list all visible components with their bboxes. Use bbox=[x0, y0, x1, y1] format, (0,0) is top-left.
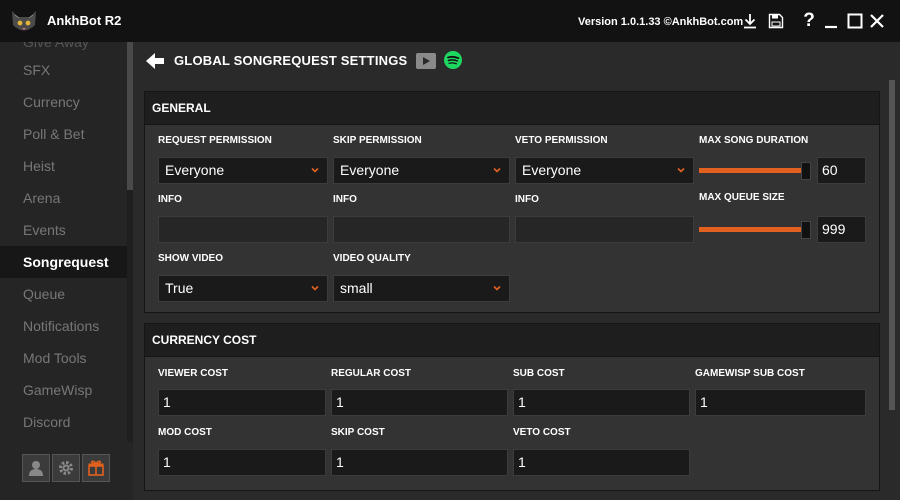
page-header: GLOBAL SONGREQUEST SETTINGS bbox=[133, 42, 900, 80]
spotify-icon[interactable] bbox=[444, 51, 462, 69]
video-quality-value: small bbox=[340, 280, 373, 296]
sub-cost-input[interactable]: 1 bbox=[513, 389, 690, 416]
max-song-duration-track bbox=[699, 168, 803, 173]
version-label: Version 1.0.1.33 ©AnkhBot.com bbox=[578, 16, 744, 28]
sidebar-item-events[interactable]: Events bbox=[0, 214, 127, 246]
veto-permission-label: VETO PERMISSION bbox=[515, 135, 608, 146]
max-queue-size-track bbox=[699, 227, 803, 232]
skip-permission-select[interactable]: Everyone bbox=[333, 157, 510, 184]
regular-cost-input[interactable]: 1 bbox=[331, 389, 508, 416]
gift-icon bbox=[88, 460, 104, 476]
show-video-select[interactable]: True bbox=[158, 275, 328, 302]
sidebar-footer bbox=[22, 454, 110, 484]
show-video-value: True bbox=[165, 280, 194, 296]
general-heading: GENERAL bbox=[145, 92, 879, 125]
main-scrollbar[interactable] bbox=[889, 80, 895, 410]
sidebar-item-queue[interactable]: Queue bbox=[0, 278, 127, 310]
info-label-2: INFO bbox=[333, 194, 357, 205]
download-icon[interactable] bbox=[741, 12, 759, 30]
info-field-2[interactable] bbox=[333, 216, 510, 243]
skip-cost-label: SKIP COST bbox=[331, 427, 385, 438]
mod-cost-input[interactable]: 1 bbox=[158, 449, 326, 476]
close-icon[interactable] bbox=[868, 12, 886, 30]
max-queue-size-thumb[interactable] bbox=[801, 221, 811, 239]
video-quality-label: VIDEO QUALITY bbox=[333, 253, 411, 264]
veto-cost-input[interactable]: 1 bbox=[513, 449, 690, 476]
chevron-down-icon bbox=[311, 167, 319, 173]
minimize-icon[interactable] bbox=[822, 12, 840, 30]
info-field-1[interactable] bbox=[158, 216, 328, 243]
back-arrow-icon[interactable] bbox=[145, 51, 165, 71]
currency-cost-panel: CURRENCY COST VIEWER COST REGULAR COST S… bbox=[144, 323, 880, 491]
sub-cost-label: SUB COST bbox=[513, 368, 565, 379]
viewer-cost-input[interactable]: 1 bbox=[158, 389, 326, 416]
gamewisp-sub-cost-input[interactable]: 1 bbox=[695, 389, 866, 416]
info-label-3: INFO bbox=[515, 194, 539, 205]
video-quality-select[interactable]: small bbox=[333, 275, 510, 302]
cat-logo-icon bbox=[12, 11, 36, 31]
chevron-down-icon bbox=[311, 285, 319, 291]
gift-button[interactable] bbox=[82, 454, 110, 482]
user-icon bbox=[29, 461, 43, 476]
max-queue-size-slider[interactable] bbox=[699, 220, 811, 240]
max-song-duration-slider[interactable] bbox=[699, 161, 811, 181]
skip-permission-value: Everyone bbox=[340, 162, 400, 178]
sidebar-item-sfx[interactable]: SFX bbox=[0, 54, 127, 86]
sidebar-list: Give Away SFX Currency Poll & Bet Heist … bbox=[0, 42, 127, 442]
sidebar-item-currency[interactable]: Currency bbox=[0, 86, 127, 118]
gear-icon bbox=[59, 461, 73, 475]
request-permission-select[interactable]: Everyone bbox=[158, 157, 328, 184]
info-label-1: INFO bbox=[158, 194, 182, 205]
page-title: GLOBAL SONGREQUEST SETTINGS bbox=[174, 53, 408, 68]
max-song-duration-input[interactable]: 60 bbox=[817, 157, 866, 184]
user-button[interactable] bbox=[22, 454, 50, 482]
skip-permission-label: SKIP PERMISSION bbox=[333, 135, 422, 146]
main-content: GLOBAL SONGREQUEST SETTINGS GENERAL REQU… bbox=[133, 42, 900, 500]
sidebar-item-discord[interactable]: Discord bbox=[0, 406, 127, 438]
help-icon[interactable]: ? bbox=[800, 10, 818, 31]
veto-permission-select[interactable]: Everyone bbox=[515, 157, 694, 184]
mod-cost-label: MOD COST bbox=[158, 427, 212, 438]
sidebar-item-gamewisp[interactable]: GameWisp bbox=[0, 374, 127, 406]
max-queue-size-input[interactable]: 999 bbox=[817, 216, 866, 243]
save-icon[interactable] bbox=[767, 12, 785, 30]
chevron-down-icon bbox=[493, 285, 501, 291]
show-video-label: SHOW VIDEO bbox=[158, 253, 224, 264]
info-field-3[interactable] bbox=[515, 216, 694, 243]
settings-button[interactable] bbox=[52, 454, 80, 482]
sidebar-item-songrequest[interactable]: Songrequest bbox=[0, 246, 127, 278]
sidebar-item-arena[interactable]: Arena bbox=[0, 182, 127, 214]
currency-cost-heading: CURRENCY COST bbox=[145, 324, 879, 357]
chevron-down-icon bbox=[677, 167, 685, 173]
maximize-icon[interactable] bbox=[846, 12, 864, 30]
max-song-duration-thumb[interactable] bbox=[801, 162, 811, 180]
veto-permission-value: Everyone bbox=[522, 162, 582, 178]
veto-cost-label: VETO COST bbox=[513, 427, 571, 438]
request-permission-label: REQUEST PERMISSION bbox=[158, 135, 272, 146]
sidebar-item-mod-tools[interactable]: Mod Tools bbox=[0, 342, 127, 374]
title-bar: AnkhBot R2 Version 1.0.1.33 ©AnkhBot.com… bbox=[0, 0, 900, 42]
chevron-down-icon bbox=[493, 167, 501, 173]
youtube-icon[interactable] bbox=[416, 52, 436, 70]
sidebar-item-notifications[interactable]: Notifications bbox=[0, 310, 127, 342]
viewer-cost-label: VIEWER COST bbox=[158, 368, 229, 379]
app-title: AnkhBot R2 bbox=[47, 13, 122, 28]
request-permission-value: Everyone bbox=[165, 162, 225, 178]
max-song-duration-label: MAX SONG DURATION bbox=[699, 135, 809, 146]
regular-cost-label: REGULAR COST bbox=[331, 368, 411, 379]
gamewisp-sub-cost-label: GAMEWISP SUB COST bbox=[695, 368, 805, 379]
skip-cost-input[interactable]: 1 bbox=[331, 449, 508, 476]
sidebar-item-poll-bet[interactable]: Poll & Bet bbox=[0, 118, 127, 150]
max-queue-size-label: MAX QUEUE SIZE bbox=[699, 192, 785, 203]
sidebar: Give Away SFX Currency Poll & Bet Heist … bbox=[0, 42, 133, 500]
general-panel: GENERAL REQUEST PERMISSION SKIP PERMISSI… bbox=[144, 91, 880, 313]
sidebar-item-heist[interactable]: Heist bbox=[0, 150, 127, 182]
